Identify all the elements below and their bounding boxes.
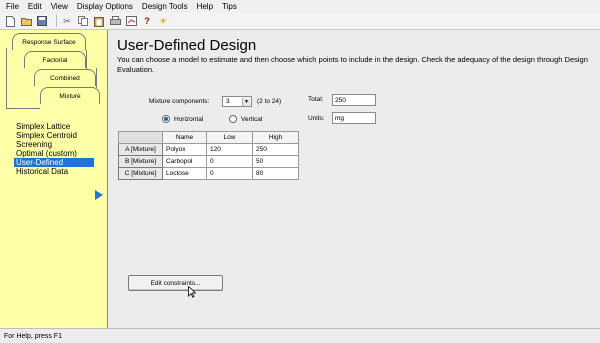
cell-low[interactable]: 0: [206, 155, 253, 168]
design-type-panel: Response Surface Factorial Combined Mixt…: [0, 30, 108, 328]
design-historical-data[interactable]: Historical Data: [14, 167, 94, 176]
help-icon[interactable]: ?: [141, 15, 153, 27]
row-header-b[interactable]: B [Mixture]: [118, 155, 163, 168]
tab-fold-line: [96, 68, 97, 88]
design-screening[interactable]: Screening: [14, 140, 94, 149]
copy-graph-icon[interactable]: [125, 15, 137, 27]
cut-icon[interactable]: ✂: [61, 15, 73, 27]
radio-selected-icon: [162, 115, 170, 123]
menu-edit[interactable]: Edit: [28, 2, 42, 11]
menu-display-options[interactable]: Display Options: [77, 2, 133, 11]
tab-stack: Response Surface Factorial Combined Mixt…: [0, 30, 108, 120]
table-corner: [118, 131, 163, 144]
open-folder-icon[interactable]: [20, 15, 32, 27]
table-header-row: Name Low High: [118, 131, 299, 144]
cell-name[interactable]: Carbopol: [162, 155, 207, 168]
chevron-down-icon[interactable]: ▼: [242, 98, 250, 106]
design-simplex-lattice[interactable]: Simplex Lattice: [14, 122, 94, 131]
copy-icon[interactable]: [77, 15, 89, 27]
units-field[interactable]: mg: [332, 112, 376, 124]
new-file-icon[interactable]: [4, 15, 16, 27]
menu-bar: File Edit View Display Options Design To…: [0, 0, 600, 13]
cell-name[interactable]: Polyox: [162, 143, 207, 156]
print-icon[interactable]: [109, 15, 121, 27]
orientation-vertical-radio[interactable]: Vertical: [229, 115, 262, 123]
tab-mixture[interactable]: Mixture: [40, 87, 100, 104]
selection-pointer-icon: [95, 190, 103, 200]
tab-response-surface[interactable]: Response Surface: [12, 33, 86, 50]
table-row: B [Mixture] Carbopol 0 50: [118, 155, 299, 168]
total-field[interactable]: 250: [332, 94, 376, 106]
page-description: You can choose a model to estimate and t…: [117, 55, 588, 74]
status-text: For Help, press F1: [4, 332, 62, 340]
paste-icon[interactable]: [93, 15, 105, 27]
cell-high[interactable]: 50: [252, 155, 299, 168]
menu-design-tools[interactable]: Design Tools: [142, 2, 188, 11]
tab-combined[interactable]: Combined: [34, 69, 96, 86]
cell-high[interactable]: 80: [252, 167, 299, 180]
design-user-defined[interactable]: User-Defined: [14, 158, 94, 167]
status-bar: For Help, press F1: [0, 328, 600, 343]
design-optimal-custom[interactable]: Optimal (custom): [14, 149, 94, 158]
toolbar: ✂ ? ☀: [0, 13, 600, 30]
cell-low[interactable]: 0: [206, 167, 253, 180]
cell-low[interactable]: 120: [206, 143, 253, 156]
mixture-components-label: Mixture components:: [149, 98, 210, 105]
column-header-name: Name: [162, 131, 207, 144]
orientation-horizontal-radio[interactable]: Horizontal: [162, 115, 203, 123]
row-header-a[interactable]: A [Mixture]: [118, 143, 163, 156]
tip-bulb-icon[interactable]: ☀: [157, 15, 169, 27]
mixture-components-value: 3: [226, 98, 230, 105]
mixture-components-select[interactable]: 3 ▼: [222, 96, 252, 107]
table-row: A [Mixture] Polyox 120 250: [118, 143, 299, 156]
design-list: Simplex Lattice Simplex Centroid Screeni…: [14, 122, 94, 176]
orientation-horizontal-label: Horizontal: [174, 115, 204, 123]
menu-file[interactable]: File: [6, 2, 19, 11]
cell-name[interactable]: Loctose: [162, 167, 207, 180]
tab-fold-line: [6, 48, 7, 108]
toolbar-separator: [56, 15, 57, 27]
save-icon[interactable]: [36, 15, 48, 27]
mixture-components-range: (2 to 24): [257, 98, 282, 105]
table-row: C [Mixture] Loctose 0 80: [118, 167, 299, 180]
units-label: Units:: [308, 115, 325, 122]
mouse-cursor-icon: [188, 285, 197, 301]
orientation-vertical-label: Vertical: [241, 115, 263, 123]
row-header-c[interactable]: C [Mixture]: [118, 167, 163, 180]
design-simplex-centroid[interactable]: Simplex Centroid: [14, 131, 94, 140]
tab-fold-line: [86, 50, 87, 70]
main-content: User-Defined Design You can choose a mod…: [114, 30, 600, 343]
total-label: Total:: [308, 96, 324, 103]
menu-view[interactable]: View: [51, 2, 68, 11]
tab-factorial[interactable]: Factorial: [24, 51, 86, 68]
menu-help[interactable]: Help: [197, 2, 213, 11]
components-table: Name Low High A [Mixture] Polyox 120 250…: [118, 131, 299, 180]
cell-high[interactable]: 250: [252, 143, 299, 156]
page-title: User-Defined Design: [117, 37, 257, 54]
radio-unselected-icon: [229, 115, 237, 123]
edit-constraints-button[interactable]: Edit constraints...: [128, 275, 223, 291]
column-header-low: Low: [206, 131, 253, 144]
column-header-high: High: [252, 131, 299, 144]
menu-tips[interactable]: Tips: [222, 2, 237, 11]
tab-fold-line: [6, 108, 40, 109]
